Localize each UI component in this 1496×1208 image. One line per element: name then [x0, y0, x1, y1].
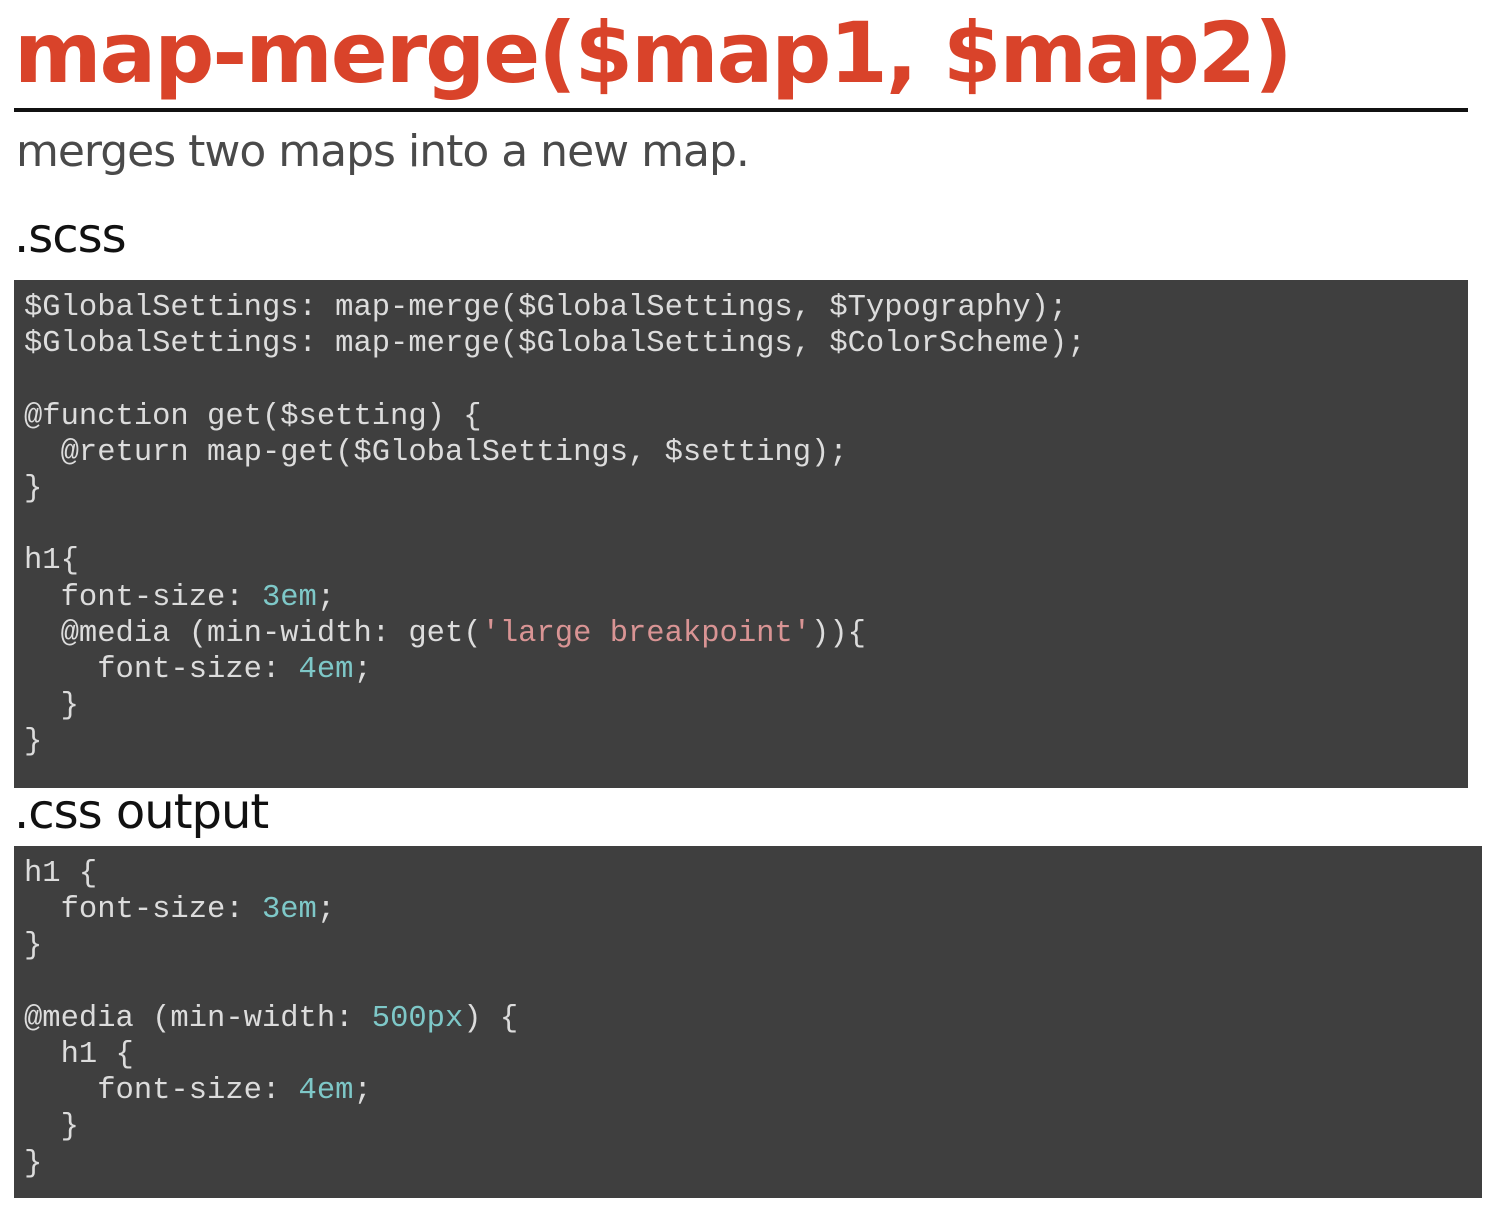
code-token-default: }	[24, 929, 43, 964]
code-line: }	[24, 1109, 1472, 1145]
code-line: @return map-get($GlobalSettings, $settin…	[24, 435, 1458, 471]
scss-code-block: $GlobalSettings: map-merge($GlobalSettin…	[14, 280, 1468, 788]
code-token-number: 3em	[261, 580, 317, 615]
code-token-default: @media (min-width:	[24, 1001, 372, 1036]
code-token-number: 4em	[298, 652, 354, 687]
code-token-default: }	[24, 471, 43, 506]
code-line: $GlobalSettings: map-merge($GlobalSettin…	[24, 290, 1458, 326]
code-token-default: font-size:	[24, 1074, 299, 1109]
code-token-number: 3em	[261, 893, 317, 928]
code-token-string: 'large breakpoint'	[481, 616, 812, 651]
code-token-default: font-size:	[24, 580, 262, 615]
code-line: font-size: 3em;	[24, 580, 1458, 616]
code-line: }	[24, 471, 1458, 507]
code-token-default: font-size:	[24, 893, 262, 928]
code-token-number: 4em	[298, 1074, 354, 1109]
code-token-default: h1 {	[24, 857, 98, 891]
code-line: }	[24, 724, 1458, 760]
page-subtitle: merges two maps into a new map.	[16, 126, 750, 177]
code-line: }	[24, 928, 1472, 964]
code-line: font-size: 4em;	[24, 652, 1458, 688]
code-token-default: ;	[353, 1074, 372, 1109]
code-token-default: h1{	[24, 544, 79, 579]
css-output-code-block: h1 { font-size: 3em;} @media (min-width: …	[14, 846, 1482, 1198]
code-line: h1 {	[24, 856, 1472, 892]
code-token-default: @function get($setting) {	[24, 399, 482, 434]
code-token-default: }	[24, 1110, 79, 1145]
code-token-default: ;	[316, 893, 336, 928]
code-token-default: ;	[316, 580, 336, 615]
code-line: }	[24, 1146, 1472, 1182]
code-token-default: $GlobalSettings: map-merge($GlobalSettin…	[24, 291, 1068, 325]
code-line: font-size: 3em;	[24, 892, 1472, 928]
code-line: h1{	[24, 543, 1458, 579]
css-output-section-heading: .css output	[14, 784, 269, 840]
code-line: h1 {	[24, 1037, 1472, 1073]
code-line: font-size: 4em;	[24, 1073, 1472, 1109]
scss-section-heading: .scss	[14, 208, 127, 264]
code-token-default: )){	[811, 616, 866, 651]
code-line: @media (min-width: get('large breakpoint…	[24, 616, 1458, 652]
code-line: @media (min-width: 500px) {	[24, 1001, 1472, 1037]
code-token-default: }	[24, 689, 79, 724]
code-token-default: $GlobalSettings: map-merge($GlobalSettin…	[24, 327, 1086, 362]
page-title: map-merge($map1, $map2)	[14, 0, 1468, 112]
code-line: @function get($setting) {	[24, 399, 1458, 435]
code-token-default: font-size:	[24, 652, 299, 687]
code-token-default: h1 {	[24, 1037, 134, 1072]
code-token-default: ) {	[463, 1001, 519, 1036]
code-token-default: }	[24, 1146, 43, 1181]
code-token-default: @media (min-width: get(	[24, 616, 482, 651]
code-token-default: @return map-get($GlobalSettings, $settin…	[24, 435, 848, 470]
code-token-default: ;	[353, 652, 372, 687]
code-token-default: }	[24, 725, 43, 760]
code-token-number: 500px	[371, 1001, 464, 1036]
code-line: }	[24, 688, 1458, 724]
code-line: $GlobalSettings: map-merge($GlobalSettin…	[24, 326, 1458, 362]
